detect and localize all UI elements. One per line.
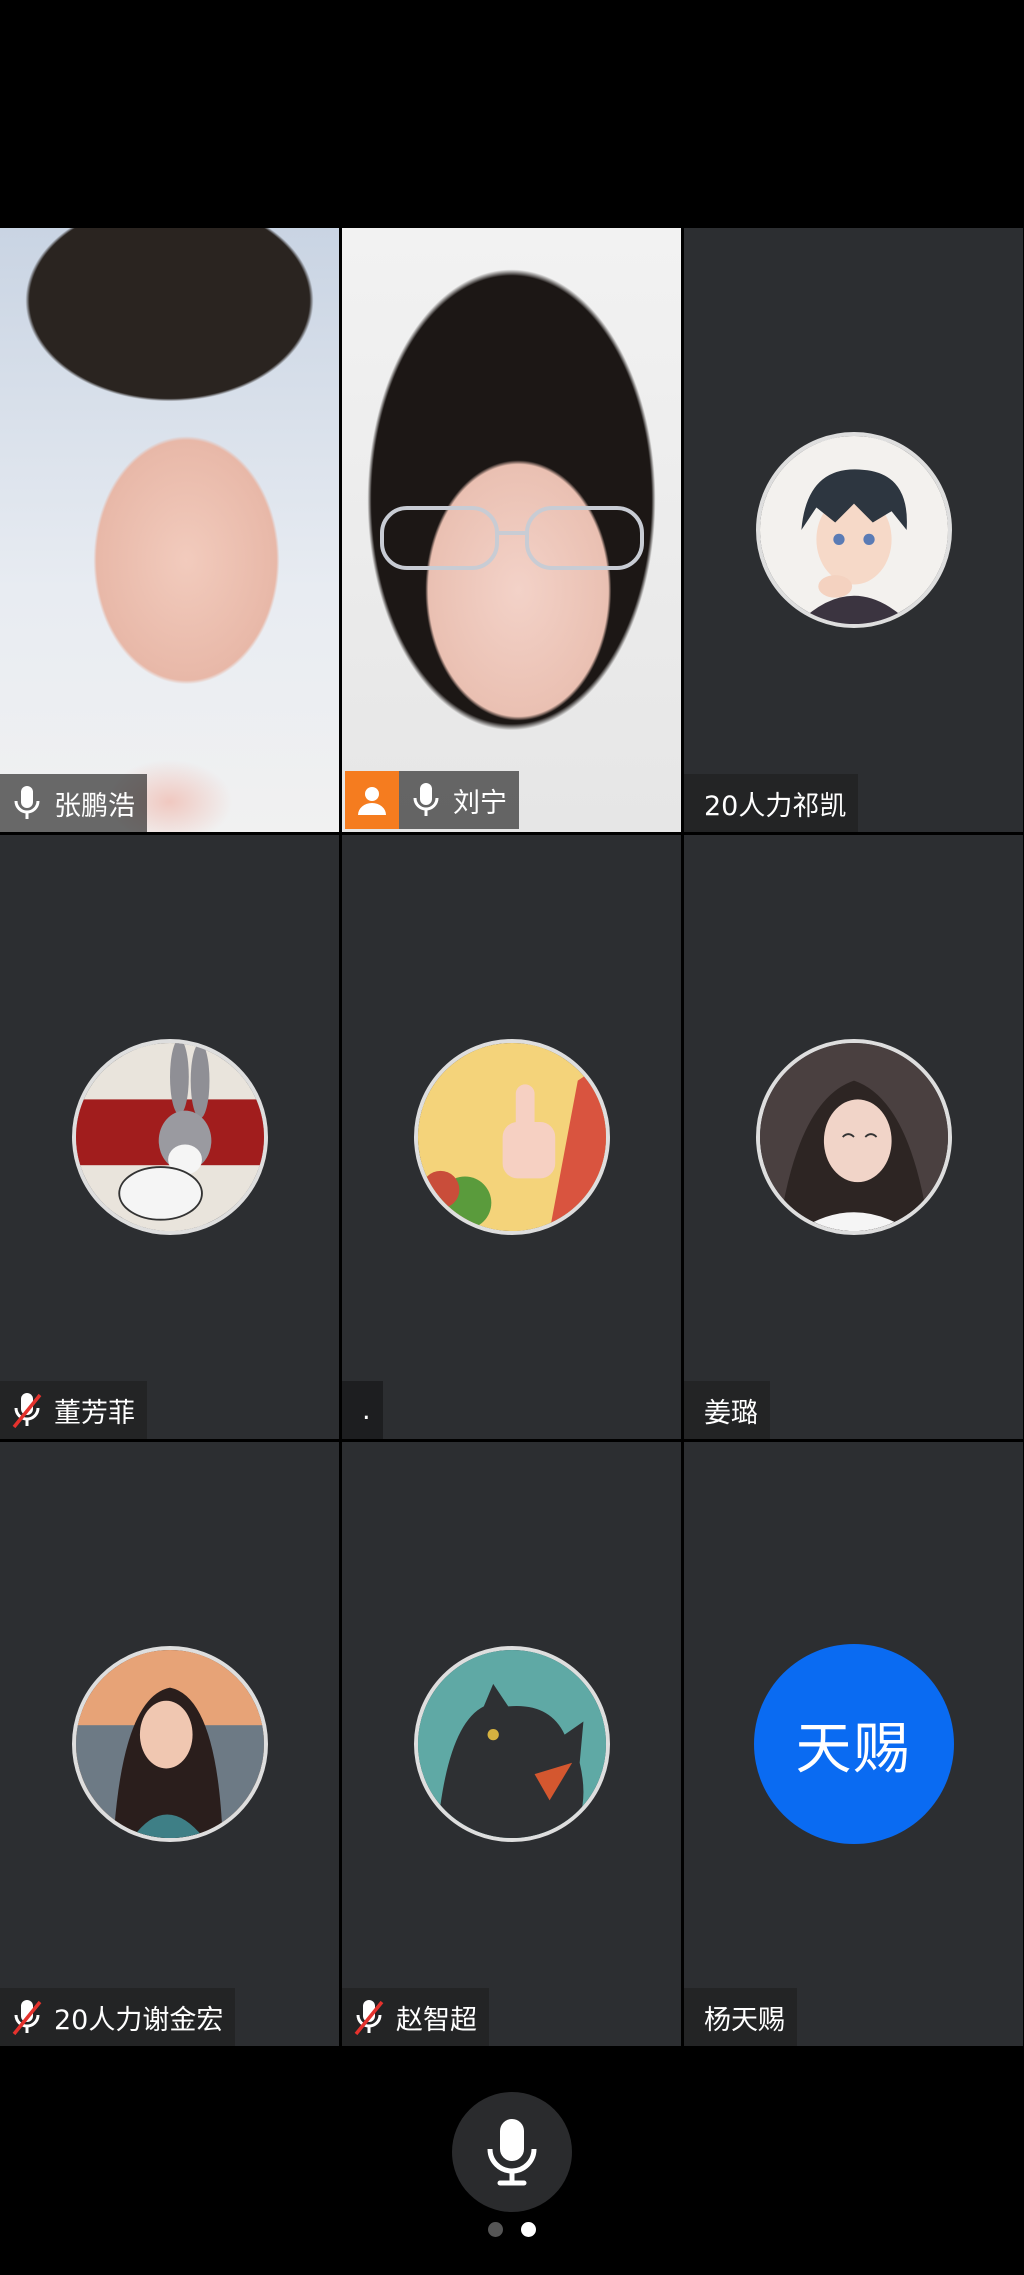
woman-sunset-avatar — [71, 1646, 268, 1842]
participant-name: 董芳菲 — [54, 1397, 135, 1429]
rabbit-cartoon-avatar — [71, 1039, 268, 1235]
participant-name-tag: 杨天赐 — [684, 1988, 797, 2046]
participant-name: 张鹏浩 — [54, 790, 135, 822]
black-cat-avatar — [413, 1646, 610, 1842]
microphone-icon — [14, 786, 40, 819]
muted-microphone-icon — [12, 1393, 42, 1429]
participant-name: 杨天赐 — [704, 2004, 785, 2036]
anime-boy-avatar — [755, 432, 952, 628]
person-icon — [358, 787, 386, 815]
page-dot[interactable] — [488, 2222, 503, 2237]
participant-name: 刘宁 — [453, 787, 507, 819]
participant-name-tag: 姜璐 — [684, 1381, 770, 1439]
participant-grid: 张鹏浩 刘宁 20人力祁凯 董芳菲 . 姜璐 20人力谢金宏 赵智超 天赐 杨天… — [0, 228, 1024, 2046]
participant-name: 姜璐 — [704, 1397, 758, 1429]
participant-name-tag: 赵智超 — [342, 1988, 489, 2046]
participant-tile-active[interactable]: 刘宁 — [342, 228, 681, 832]
participant-tile[interactable]: 张鹏浩 — [0, 228, 339, 832]
video-call-screen: 张鹏浩 刘宁 20人力祁凯 董芳菲 . 姜璐 20人力谢金宏 赵智超 天赐 杨天… — [0, 0, 1024, 2275]
participant-tile[interactable]: 天赐 杨天赐 — [684, 1442, 1023, 2046]
participant-tile[interactable]: . — [342, 835, 681, 1439]
participant-tile[interactable]: 20人力谢金宏 — [0, 1442, 339, 2046]
participant-name-tag: . — [342, 1381, 383, 1439]
participant-name: 20人力祁凯 — [704, 790, 847, 822]
participant-name-tag: 20人力祁凯 — [684, 774, 859, 832]
muted-microphone-icon — [354, 2000, 384, 2036]
thumbs-up-avatar — [413, 1039, 610, 1235]
participant-name-tag: 张鹏浩 — [0, 774, 147, 832]
glasses-overlay — [380, 506, 644, 570]
participant-name-tag: 刘宁 — [345, 771, 519, 829]
initials-avatar: 天赐 — [753, 1644, 954, 1844]
participant-name-tag: 董芳菲 — [0, 1381, 147, 1439]
participant-tile[interactable]: 20人力祁凯 — [684, 228, 1023, 832]
participant-name: 20人力谢金宏 — [54, 2004, 224, 2036]
participant-name: . — [362, 1394, 371, 1426]
microphone-toggle-button[interactable] — [452, 2092, 572, 2212]
host-badge — [345, 771, 399, 829]
microphone-icon — [413, 783, 439, 816]
participant-name: 赵智超 — [396, 2004, 477, 2036]
video-feed — [0, 228, 339, 832]
participant-tile[interactable]: 董芳菲 — [0, 835, 339, 1439]
participant-name-tag: 20人力谢金宏 — [0, 1988, 236, 2046]
muted-microphone-icon — [12, 2000, 42, 2036]
microphone-icon — [487, 2119, 537, 2186]
page-dot-active[interactable] — [521, 2222, 536, 2237]
participant-tile[interactable]: 赵智超 — [342, 1442, 681, 2046]
girl-photo-avatar — [755, 1039, 952, 1235]
page-indicator — [0, 2222, 1024, 2237]
participant-tile[interactable]: 姜璐 — [684, 835, 1023, 1439]
